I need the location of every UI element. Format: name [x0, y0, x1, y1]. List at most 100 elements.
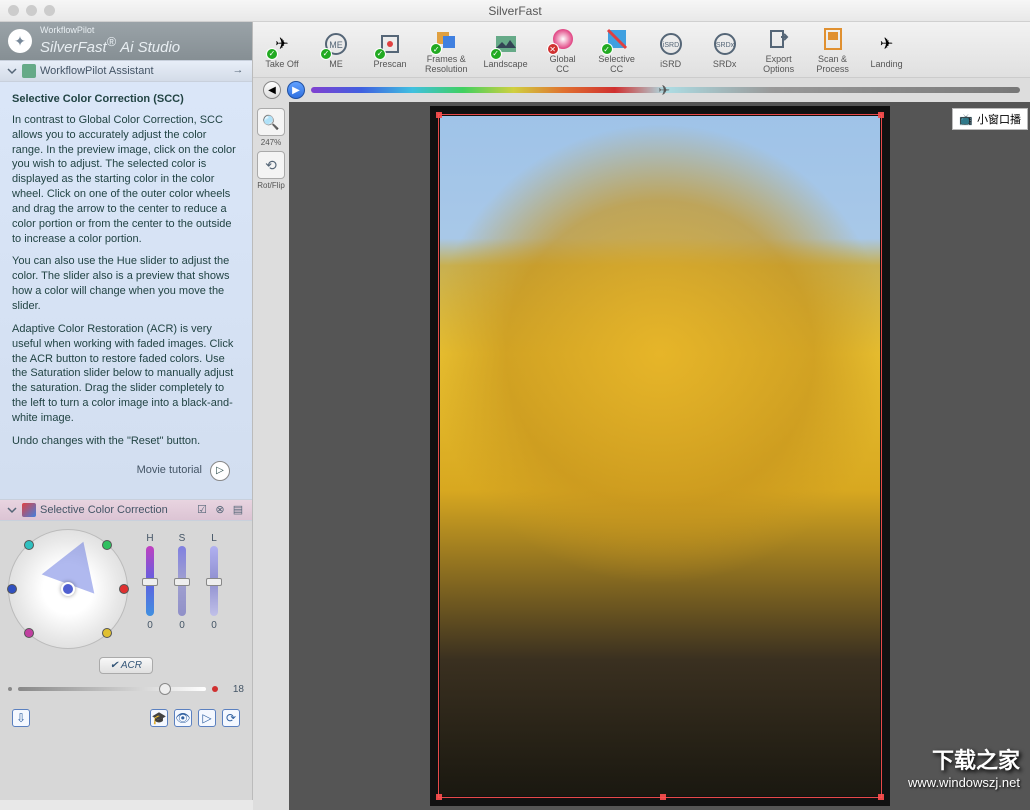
close-window-button[interactable] [8, 5, 19, 16]
next-step-button[interactable]: ▶ [287, 81, 305, 99]
color-wheel-sector [42, 532, 110, 593]
slider-thumb[interactable] [142, 578, 158, 586]
color-dot-cyan[interactable] [24, 540, 34, 550]
toolbar-export[interactable]: Export Options [760, 25, 798, 74]
sidebar: ✦ WorkflowPilot SilverFast® Ai Studio Wo… [0, 22, 253, 800]
selection-handle[interactable] [436, 794, 442, 800]
color-dot-yellow[interactable] [102, 628, 112, 638]
zoom-tool[interactable]: 🔍 [257, 108, 285, 136]
main-toolbar: ✈✓ Take Off ME✓ ME ✓ Prescan ✓ Frames & … [253, 22, 1030, 78]
saturation-main-value: 18 [224, 684, 244, 695]
toolbar-landing[interactable]: ✈ Landing [868, 30, 906, 69]
workflow-track[interactable]: ✈ [311, 87, 1020, 93]
selection-handle[interactable] [878, 112, 884, 118]
traffic-lights [8, 5, 55, 16]
preview-canvas[interactable] [289, 102, 1030, 810]
disclosure-down-icon[interactable] [6, 504, 18, 516]
selection-handle[interactable] [878, 794, 884, 800]
help-paragraph: You can also use the Hue slider to adjus… [12, 254, 240, 313]
toolbar-isrd[interactable]: iSRD iSRD [652, 30, 690, 69]
disclosure-down-icon[interactable] [6, 65, 18, 77]
landscape-icon: ✓ [492, 30, 520, 58]
frames-icon: ✓ [432, 25, 460, 53]
panel-scc-header[interactable]: Selective Color Correction ☑ ⊗ ▤ [0, 499, 252, 521]
panel-workflow-header[interactable]: WorkflowPilot Assistant → [0, 60, 252, 82]
workflow-progress-bar: ◀ ▶ ✈ [253, 78, 1030, 102]
preview-tools: 🔍 247% ⟲ Rot/Flip [253, 102, 289, 810]
tv-icon: 📺 [959, 113, 973, 126]
toolbar-scan[interactable]: Scan & Process [814, 25, 852, 74]
saturation-slider[interactable] [178, 546, 186, 616]
brand-subtitle: WorkflowPilot [40, 26, 180, 35]
svg-text:SRDx: SRDx [715, 42, 734, 49]
goto-arrow-icon[interactable]: → [230, 64, 246, 78]
hue-slider[interactable] [146, 546, 154, 616]
mini-window-panel[interactable]: 📺 小窗口播 [952, 108, 1028, 130]
toolbar-selectivecc[interactable]: ✓ Selective CC [598, 25, 636, 74]
toolbar-prescan[interactable]: ✓ Prescan [371, 30, 409, 69]
acr-button[interactable]: ✔ ACR [99, 657, 153, 674]
saturation-max-icon [212, 686, 218, 692]
window-titlebar: SilverFast [0, 0, 1030, 22]
saturation-slider-label: S [179, 533, 186, 544]
movie-tutorial-button[interactable]: ▷ [210, 461, 230, 481]
help-panel: Selective Color Correction (SCC) In cont… [0, 82, 252, 499]
slider-thumb[interactable] [206, 578, 222, 586]
expert-button[interactable]: 🎓 [150, 709, 168, 727]
toolbar-landscape[interactable]: ✓ Landscape [484, 30, 528, 69]
watermark-text: 下载之家 [908, 743, 1020, 775]
selection-handle[interactable] [660, 794, 666, 800]
hue-value: 0 [147, 620, 153, 631]
slider-thumb[interactable] [159, 683, 171, 695]
mini-window-label: 小窗口播 [977, 111, 1021, 127]
selectivecc-icon: ✓ [603, 25, 631, 53]
toolbar-me[interactable]: ME✓ ME [317, 30, 355, 69]
svg-text:iSRD: iSRD [662, 42, 678, 49]
toolbar-globalcc[interactable]: ✕ Global CC [544, 25, 582, 74]
zoom-label: 247% [261, 138, 281, 147]
reset-button[interactable]: ⟳ [222, 709, 240, 727]
svg-text:ME: ME [329, 40, 343, 50]
scanned-image [430, 106, 890, 806]
saturation-value: 0 [179, 620, 185, 631]
window-title: SilverFast [488, 4, 541, 18]
slider-thumb[interactable] [174, 578, 190, 586]
play-button[interactable]: ▷ [198, 709, 216, 727]
scc-icon [22, 503, 36, 517]
checkbox-icon[interactable]: ☑ [194, 503, 210, 517]
scan-icon [819, 25, 847, 53]
export-icon [765, 25, 793, 53]
scc-panel: H 0 S 0 L 0 ✔ A [0, 521, 252, 735]
zoom-window-button[interactable] [44, 5, 55, 16]
scan-frame-selection[interactable] [438, 114, 882, 798]
minimize-window-button[interactable] [26, 5, 37, 16]
save-preset-button[interactable]: ⇩ [12, 709, 30, 727]
prev-step-button[interactable]: ◀ [263, 81, 281, 99]
toolbar-takeoff[interactable]: ✈✓ Take Off [263, 30, 301, 69]
help-paragraph: Undo changes with the "Reset" button. [12, 434, 240, 449]
color-dot-green[interactable] [102, 540, 112, 550]
main-area: ✈✓ Take Off ME✓ ME ✓ Prescan ✓ Frames & … [253, 22, 1030, 800]
color-dot-blue[interactable] [7, 584, 17, 594]
lightness-slider[interactable] [210, 546, 218, 616]
lightness-slider-label: L [211, 533, 217, 544]
eye-preview-button[interactable]: 👁 [174, 709, 192, 727]
saturation-main-slider[interactable] [18, 687, 206, 691]
selection-handle[interactable] [436, 112, 442, 118]
landing-icon: ✈ [873, 30, 901, 58]
airplane-marker-icon: ✈ [658, 82, 670, 99]
color-dot-red[interactable] [119, 584, 129, 594]
target-icon[interactable]: ⊗ [212, 503, 228, 517]
brand-bar: ✦ WorkflowPilot SilverFast® Ai Studio [0, 22, 252, 60]
saturation-min-icon [8, 687, 12, 691]
color-wheel[interactable] [8, 529, 128, 649]
prescan-icon: ✓ [376, 30, 404, 58]
brand-title: SilverFast® Ai Studio [40, 35, 180, 56]
color-dot-magenta[interactable] [24, 628, 34, 638]
color-wheel-knob[interactable] [61, 582, 75, 596]
rotate-flip-tool[interactable]: ⟲ [257, 151, 285, 179]
toolbar-srdx[interactable]: SRDx SRDx [706, 30, 744, 69]
lightness-value: 0 [211, 620, 217, 631]
menu-icon[interactable]: ▤ [230, 503, 246, 517]
toolbar-frames[interactable]: ✓ Frames & Resolution [425, 25, 468, 74]
